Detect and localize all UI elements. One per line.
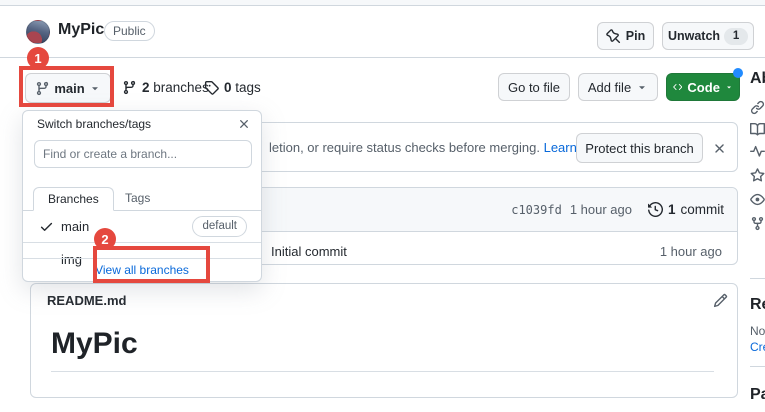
branch-name: main — [61, 219, 90, 234]
create-release-link[interactable]: Create a new release — [750, 340, 765, 354]
add-file-label: Add file — [587, 79, 632, 95]
branch-item-main[interactable]: main default — [23, 211, 261, 243]
banner-message-fragment: letion, or require status checks before … — [269, 140, 540, 155]
code-icon — [673, 80, 682, 94]
about-link-row[interactable] — [750, 100, 765, 115]
commit-hash[interactable]: c1039fd — [511, 203, 562, 217]
menu-close-button[interactable] — [237, 117, 251, 131]
repo-header: MyPic Public Pin Unwatch 1 — [0, 6, 765, 58]
releases-heading: Releases — [750, 296, 765, 313]
go-to-file-button[interactable]: Go to file — [498, 73, 570, 101]
annotation-box-view-all-branches — [93, 246, 210, 283]
readme-card: README.md MyPic — [30, 283, 738, 398]
branches-count: 2 — [142, 80, 150, 95]
link-icon — [750, 100, 765, 115]
commit-time: 1 hour ago — [569, 202, 632, 217]
branches-link[interactable]: 2 branches — [122, 80, 209, 95]
code-notification-dot — [733, 68, 743, 78]
fork-icon — [750, 216, 765, 231]
book-icon — [750, 122, 765, 137]
commit-count-label: commit — [680, 202, 725, 217]
add-file-button[interactable]: Add file — [578, 73, 658, 101]
close-icon — [237, 117, 251, 131]
tab-branches[interactable]: Branches — [33, 187, 114, 211]
code-label: Code — [687, 79, 720, 95]
about-heading: About — [750, 70, 765, 87]
check-icon — [39, 219, 55, 234]
repo-owner-avatar[interactable] — [26, 20, 50, 44]
banner-close-button[interactable] — [712, 140, 727, 158]
tab-tags[interactable]: Tags — [111, 186, 164, 210]
menu-header: Switch branches/tags — [23, 111, 261, 137]
chevron-down-icon — [636, 81, 648, 93]
annotation-box-branch-button — [19, 66, 114, 107]
tags-label: tags — [235, 80, 261, 95]
star-icon — [750, 168, 765, 183]
pin-button[interactable]: Pin — [597, 22, 654, 50]
pin-label: Pin — [625, 29, 646, 43]
sidebar-divider — [750, 366, 765, 367]
branches-label: branches — [153, 80, 209, 95]
watch-count-badge: 1 — [724, 27, 749, 45]
sidebar-divider — [750, 278, 765, 279]
unwatch-label: Unwatch — [667, 29, 721, 43]
close-icon — [712, 141, 727, 156]
tags-count: 0 — [224, 80, 232, 95]
about-watching-row[interactable] — [750, 192, 765, 207]
git-branch-icon — [122, 80, 137, 95]
history-icon — [648, 202, 663, 217]
protect-this-branch-button[interactable]: Protect this branch — [576, 133, 703, 163]
visibility-badge: Public — [104, 21, 155, 41]
menu-tabs: Branches Tags — [23, 183, 261, 211]
menu-title: Switch branches/tags — [37, 117, 152, 131]
pin-icon — [606, 29, 621, 44]
no-releases-text: No releases published — [750, 324, 765, 338]
readme-heading: MyPic — [51, 327, 138, 360]
packages-heading: Packages — [750, 386, 765, 403]
banner-message: letion, or require status checks before … — [269, 140, 610, 155]
file-row-time: 1 hour ago — [659, 244, 722, 259]
unwatch-button[interactable]: Unwatch 1 — [662, 22, 754, 50]
file-row-commit-message[interactable]: Initial commit — [271, 244, 347, 259]
commit-history-link[interactable]: 1 commit — [648, 202, 724, 217]
about-forks-row[interactable] — [750, 216, 765, 231]
default-branch-badge: default — [192, 216, 247, 237]
heading-divider — [51, 371, 714, 372]
code-button[interactable]: Code — [666, 73, 740, 101]
github-repo-page: MyPic Public Pin Unwatch 1 main 2 branch… — [0, 0, 765, 412]
chevron-down-icon — [725, 81, 733, 93]
about-activity-row[interactable] — [750, 144, 765, 159]
repo-title[interactable]: MyPic — [58, 21, 104, 39]
about-stars-row[interactable] — [750, 168, 765, 183]
edit-readme-button[interactable] — [713, 292, 728, 310]
readme-filename[interactable]: README.md — [47, 293, 126, 308]
pencil-icon — [713, 293, 728, 308]
pulse-icon — [750, 144, 765, 159]
branch-search-input[interactable] — [34, 140, 252, 168]
about-readme-row[interactable] — [750, 122, 765, 137]
eye-icon — [750, 192, 765, 207]
commit-count: 1 — [667, 202, 676, 217]
tags-link[interactable]: 0 tags — [204, 80, 261, 95]
tag-icon — [204, 80, 219, 95]
